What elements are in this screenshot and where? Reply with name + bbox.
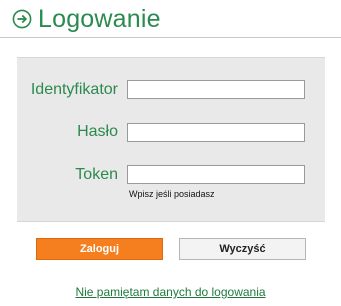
- identifier-field[interactable]: [127, 80, 305, 99]
- page-header: Logowanie: [12, 4, 161, 34]
- arrow-right-circle-icon: [12, 9, 32, 29]
- token-hint: Wpisz jeśli posiadasz: [129, 189, 215, 199]
- password-label: Hasło: [77, 123, 118, 140]
- login-page: Logowanie Identyfikator Hasło Token Wpis…: [0, 0, 341, 306]
- header-divider: [0, 37, 341, 38]
- clear-button[interactable]: Wyczyść: [179, 238, 306, 260]
- identifier-label: Identyfikator: [30, 81, 118, 98]
- password-field[interactable]: [127, 123, 305, 142]
- token-field[interactable]: [127, 165, 305, 184]
- token-label: Token: [75, 166, 118, 183]
- forgot-credentials-link[interactable]: Nie pamiętam danych do logowania: [0, 285, 341, 299]
- login-button[interactable]: Zaloguj: [36, 238, 163, 260]
- page-title: Logowanie: [38, 4, 161, 33]
